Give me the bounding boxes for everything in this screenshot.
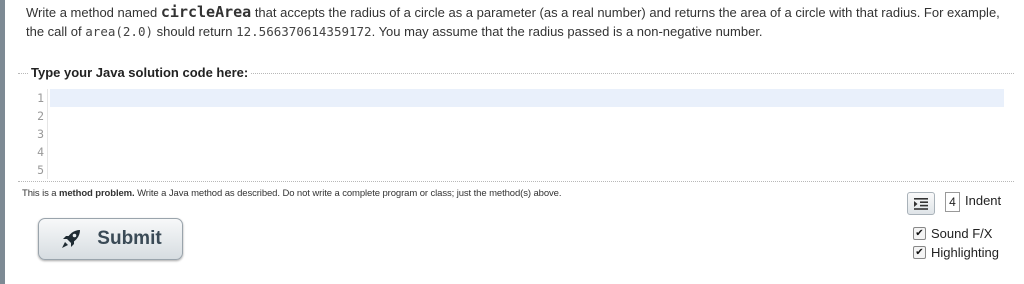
method-name: circleArea bbox=[160, 3, 252, 21]
editor-line[interactable]: 2 bbox=[28, 107, 1004, 125]
example-result: 12.566370614359172 bbox=[236, 24, 372, 39]
submit-label: Submit bbox=[97, 228, 162, 249]
rocket-icon bbox=[62, 230, 81, 248]
code-line-active[interactable] bbox=[50, 89, 1004, 107]
line-number: 2 bbox=[37, 109, 44, 123]
line-number: 5 bbox=[37, 163, 44, 177]
code-line[interactable] bbox=[50, 125, 1004, 143]
sound-fx-option[interactable]: ✔ Sound F/X bbox=[913, 226, 992, 241]
problem-description: Write a method named circleArea that acc… bbox=[26, 3, 1006, 41]
highlighting-checkbox[interactable]: ✔ bbox=[913, 246, 926, 259]
prompt-text-1: Write a method named bbox=[26, 5, 161, 20]
problem-type-note: This is a method problem. Write a Java m… bbox=[22, 188, 562, 199]
note-rest: Write a Java method as described. Do not… bbox=[134, 188, 562, 199]
solution-fieldset: Type your Java solution code here: 1 2 3… bbox=[18, 65, 1014, 182]
indent-icon bbox=[914, 197, 928, 210]
line-number: 3 bbox=[37, 127, 44, 141]
code-editor[interactable]: 1 2 3 4 5 bbox=[28, 89, 1004, 179]
note-bold: method problem. bbox=[59, 188, 135, 199]
editor-line[interactable]: 3 bbox=[28, 125, 1004, 143]
solution-legend: Type your Java solution code here: bbox=[28, 65, 252, 80]
submit-button[interactable]: Submit bbox=[38, 218, 183, 260]
code-line[interactable] bbox=[50, 161, 1004, 179]
indent-button[interactable] bbox=[907, 192, 935, 215]
editor-line[interactable]: 4 bbox=[28, 143, 1004, 161]
line-number: 4 bbox=[37, 145, 44, 159]
prompt-text-4: . You may assume that the radius passed … bbox=[371, 24, 763, 39]
highlighting-label: Highlighting bbox=[931, 245, 999, 260]
indent-label: Indent bbox=[965, 193, 1002, 208]
prompt-text-3: should return bbox=[153, 24, 237, 39]
note-prefix: This is a bbox=[22, 188, 60, 199]
example-call: area(2.0) bbox=[85, 24, 153, 39]
sound-fx-checkbox[interactable]: ✔ bbox=[913, 227, 926, 240]
highlighting-option[interactable]: ✔ Highlighting bbox=[913, 245, 999, 260]
editor-line[interactable]: 5 bbox=[28, 161, 1004, 179]
left-border-rule bbox=[0, 0, 5, 284]
code-line[interactable] bbox=[50, 143, 1004, 161]
line-number: 1 bbox=[37, 91, 44, 105]
editor-line[interactable]: 1 bbox=[28, 89, 1004, 107]
code-line[interactable] bbox=[50, 107, 1004, 125]
sound-fx-label: Sound F/X bbox=[931, 226, 993, 241]
indent-size-field[interactable]: 4 bbox=[945, 192, 960, 212]
